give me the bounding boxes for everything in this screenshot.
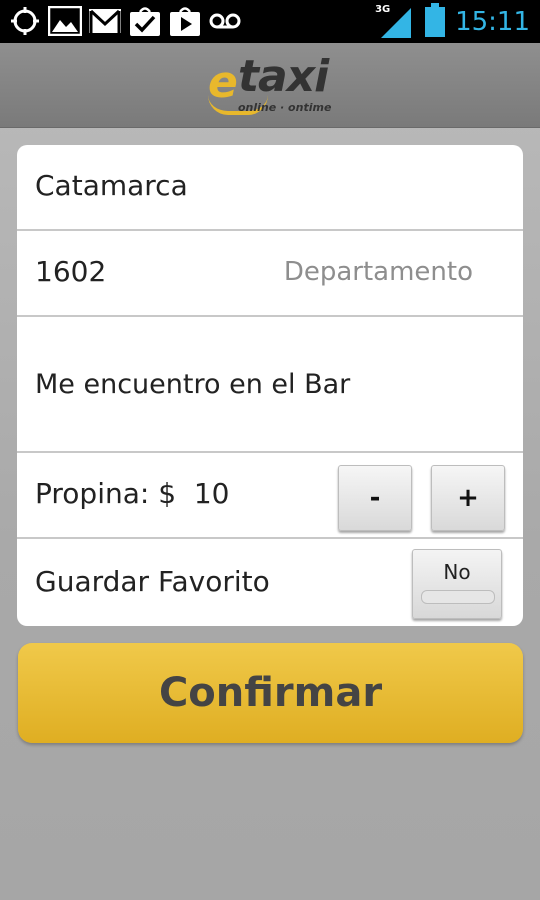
notification-icons: [8, 5, 242, 37]
street-number-field[interactable]: 1602: [35, 255, 106, 288]
system-icons: 3G 15:11: [375, 3, 530, 41]
note-field[interactable]: Me encuentro en el Bar: [17, 317, 523, 453]
battery-icon: [425, 3, 446, 41]
trip-form-card: Catamarca 1602 Departamento Me encuentro…: [17, 145, 523, 626]
gmail-icon: [88, 5, 122, 37]
tip-decrease-button[interactable]: -: [338, 465, 412, 531]
play-store-icon: [168, 5, 202, 37]
toggle-indicator: [421, 590, 495, 604]
note-value: Me encuentro en el Bar: [35, 369, 351, 400]
signal-icon: 3G: [375, 4, 415, 40]
voicemail-icon: [208, 5, 242, 37]
favorite-toggle-label: No: [443, 560, 471, 584]
street-field[interactable]: Catamarca: [17, 145, 523, 231]
gps-icon: [8, 5, 42, 37]
favorite-label: Guardar Favorito: [35, 565, 270, 598]
etaxi-logo: e taxi online · ontime: [208, 51, 334, 117]
clock: 15:11: [455, 7, 530, 37]
gallery-icon: [48, 5, 82, 37]
logo-tagline: online · ontime: [238, 101, 332, 114]
tip-label: Propina: $ 10: [35, 477, 230, 510]
logo-text: taxi: [238, 51, 329, 102]
favorite-toggle[interactable]: No: [412, 549, 502, 619]
tip-increase-button[interactable]: +: [431, 465, 505, 531]
apartment-field[interactable]: Departamento: [284, 257, 473, 287]
logo-prefix: e: [208, 57, 238, 108]
task-check-icon: [128, 5, 162, 37]
street-value: Catamarca: [35, 169, 188, 202]
app-header: e taxi online · ontime: [0, 43, 540, 128]
status-bar: 3G 15:11: [0, 0, 540, 43]
address-row: 1602 Departamento: [17, 231, 523, 317]
confirm-button[interactable]: Confirmar: [18, 643, 523, 743]
